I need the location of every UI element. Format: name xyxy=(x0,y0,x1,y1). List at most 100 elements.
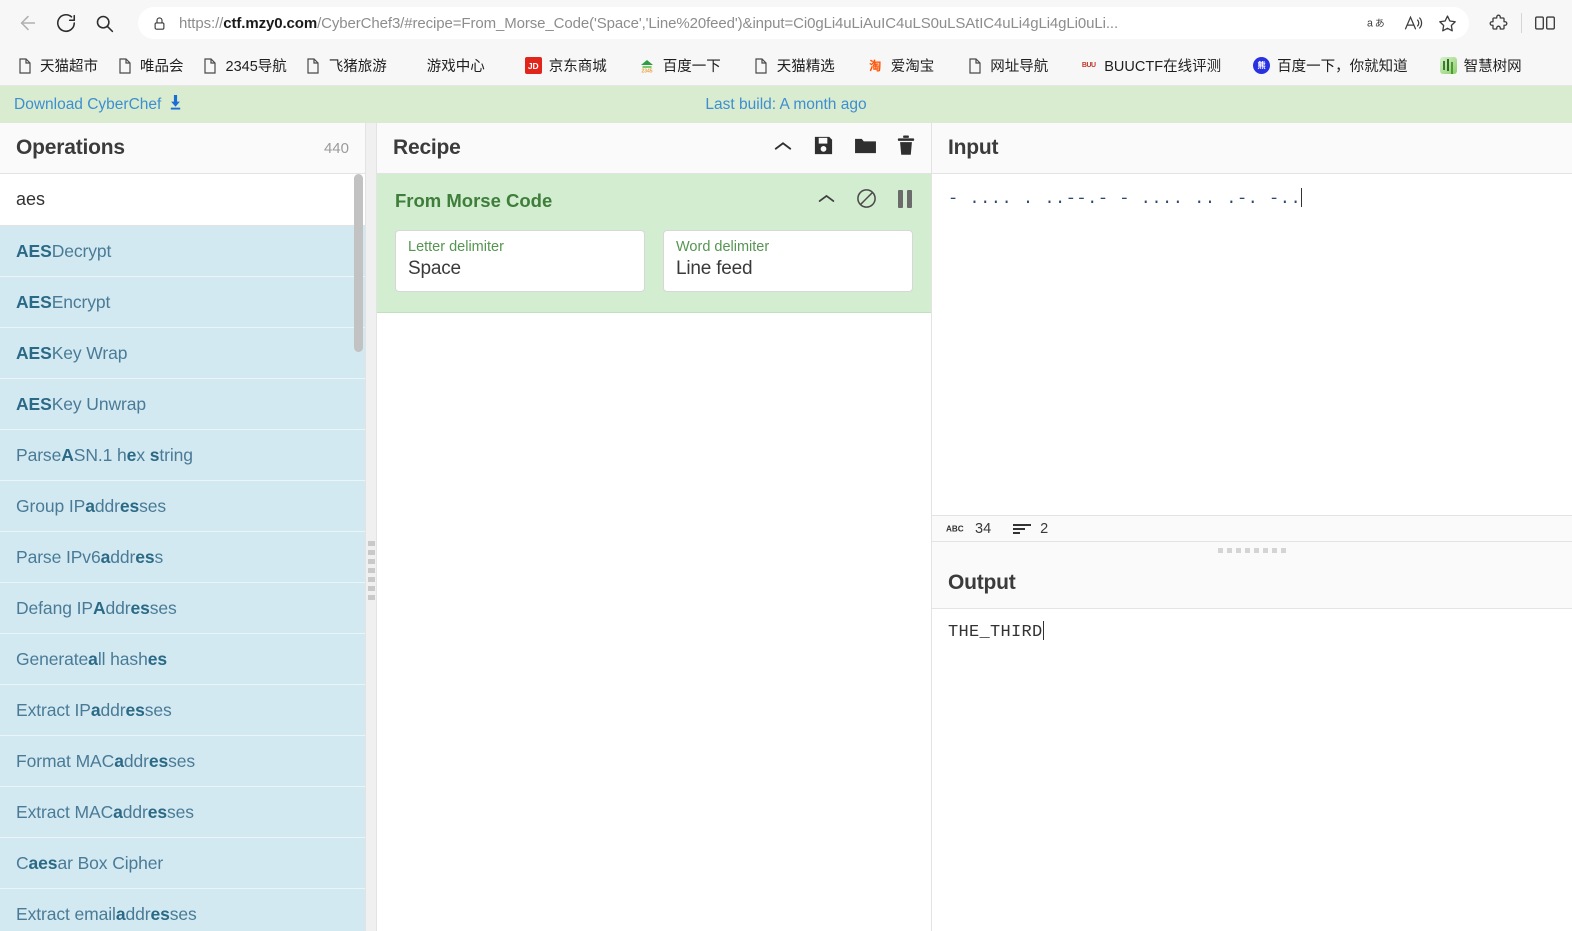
operation-list-item[interactable]: AES Decrypt xyxy=(0,226,365,277)
output-text[interactable]: THE_THIRD xyxy=(948,621,1556,642)
bookmark-item[interactable]: BUU BUUCTF在线评测 xyxy=(1072,51,1229,80)
output-header: Output xyxy=(932,558,1572,609)
operation-list-item[interactable]: Defang IP Addresses xyxy=(0,583,365,634)
bookmark-item[interactable]: 2345导航 xyxy=(194,51,295,80)
url-prefix: https:// xyxy=(179,14,224,32)
splitter-grip xyxy=(1218,547,1286,553)
chevron-up-icon[interactable] xyxy=(773,139,793,158)
url-text: https://ctf.mzy0.com/CyberChef3/#recipe=… xyxy=(179,15,1363,32)
download-cyberchef-link[interactable]: Download CyberChef xyxy=(14,94,183,116)
op-post: ll hashes xyxy=(97,648,167,669)
output-textarea-wrap[interactable]: THE_THIRD xyxy=(932,609,1572,931)
cyberchef-banner: Download CyberChef Last build: A month a… xyxy=(0,86,1572,123)
last-build-label: Last build: A month ago xyxy=(705,95,867,113)
bookmark-item[interactable]: 天猫精选 xyxy=(745,51,843,80)
op-match: a xyxy=(88,648,98,669)
input-length-value: 34 xyxy=(975,520,992,537)
translate-icon[interactable]: aあ xyxy=(1363,9,1395,37)
op-post: ddresses xyxy=(105,597,177,618)
bookmark-item[interactable]: 智慧树网 xyxy=(1432,51,1530,80)
page-doc-icon xyxy=(305,57,322,74)
recipe-operation-card[interactable]: From Morse Code Letter delimiter Space W… xyxy=(377,174,931,313)
operation-list-item[interactable]: Group IP a ddresses xyxy=(0,481,365,532)
op-post: ddresses xyxy=(123,750,196,771)
operations-list: AES Decrypt AES Encrypt AES Key Wrap AES… xyxy=(0,226,365,931)
svg-text:ABC: ABC xyxy=(946,525,964,534)
folder-icon[interactable] xyxy=(854,136,877,160)
operation-list-item[interactable]: Extract email a ddresses xyxy=(0,889,365,931)
url-host: ctf.mzy0.com xyxy=(223,14,318,32)
operation-list-item[interactable]: Caes ar Box Cipher xyxy=(0,838,365,889)
recipe-operation-header: From Morse Code xyxy=(395,188,913,214)
split-screen-icon[interactable] xyxy=(1528,7,1562,39)
op-match: a xyxy=(115,903,126,924)
operation-list-item[interactable]: Extract MAC a ddresses xyxy=(0,787,365,838)
page-doc-icon xyxy=(966,57,983,74)
chevron-up-icon[interactable] xyxy=(817,192,836,210)
op-post: ddresses xyxy=(122,801,194,822)
recipe-title: Recipe xyxy=(393,136,461,159)
recipe-operation-name: From Morse Code xyxy=(395,190,553,211)
bookmark-item[interactable]: JD 京东商城 xyxy=(517,51,615,80)
download-icon xyxy=(168,94,183,116)
op-post: ddresses xyxy=(125,903,197,924)
output-value: THE_THIRD xyxy=(948,623,1043,642)
operation-list-item[interactable]: AES Key Wrap xyxy=(0,328,365,379)
operations-search-wrap[interactable] xyxy=(0,174,365,226)
bookmark-item[interactable]: 天猫超市 xyxy=(8,51,106,80)
search-icon[interactable] xyxy=(86,6,122,40)
op-post: ar Box Cipher xyxy=(57,852,164,873)
read-aloud-icon[interactable] xyxy=(1397,9,1429,37)
bookmark-item[interactable]: 网址导航 xyxy=(958,51,1056,80)
bookmarks-bar: 天猫超市 唯品会 2345导航 飞猪旅游 游戏中心 JD 京东商城 2345 百度一… xyxy=(0,46,1572,86)
nav2345-icon: 2345 xyxy=(639,57,656,74)
operation-list-item[interactable]: Extract IP a ddresses xyxy=(0,685,365,736)
bookmark-item[interactable]: 游戏中心 xyxy=(419,51,493,80)
bookmark-item[interactable]: 淘爱淘宝 xyxy=(859,51,943,80)
input-lines-value: 2 xyxy=(1040,520,1049,537)
operations-recipe-splitter[interactable] xyxy=(366,123,377,931)
svg-text:あ: あ xyxy=(1375,18,1385,30)
address-bar[interactable]: https://ctf.mzy0.com/CyberChef3/#recipe=… xyxy=(138,7,1469,39)
bookmark-label: 网址导航 xyxy=(990,59,1049,75)
word-delimiter-field[interactable]: Word delimiter Line feed xyxy=(663,230,913,292)
recipe-operations-list: From Morse Code Letter delimiter Space W… xyxy=(377,174,931,931)
operation-list-item[interactable]: AES Key Unwrap xyxy=(0,379,365,430)
bookmark-item[interactable]: 唯品会 xyxy=(108,51,192,80)
operation-list-item[interactable]: Generate a ll hashes xyxy=(0,634,365,685)
extensions-icon[interactable] xyxy=(1481,7,1515,39)
browser-toolbar-right xyxy=(1481,7,1562,39)
bookmark-label: 天猫精选 xyxy=(776,59,835,75)
operation-list-item[interactable]: Parse A SN.1 hex string xyxy=(0,430,365,481)
input-text[interactable]: - .... . ..--.- - .... .. .-. -.. xyxy=(948,186,1556,213)
toolbar-divider xyxy=(1521,13,1522,33)
op-post: Key Unwrap xyxy=(51,393,147,414)
bookmark-item[interactable]: 熊百度一下，你就知道 xyxy=(1245,51,1416,80)
trash-icon[interactable] xyxy=(897,135,915,161)
breakpoint-pause-icon[interactable] xyxy=(897,189,913,214)
input-textarea-wrap[interactable]: - .... . ..--.- - .... .. .-. -.. xyxy=(932,174,1572,515)
page-doc-icon xyxy=(16,57,33,74)
bookmark-item[interactable]: 2345 百度一下 xyxy=(631,51,729,80)
letter-delimiter-field[interactable]: Letter delimiter Space xyxy=(395,230,645,292)
input-section: Input - .... . ..--.- - .... .. .-. -.. … xyxy=(932,123,1572,542)
operations-scrollbar[interactable] xyxy=(354,174,363,352)
save-icon[interactable] xyxy=(813,135,834,161)
reload-icon[interactable] xyxy=(48,6,84,40)
operation-list-item[interactable]: Parse IPv6 a ddress xyxy=(0,532,365,583)
operation-list-item[interactable]: AES Encrypt xyxy=(0,277,365,328)
recipe-panel: Recipe From Morse Code Letter delimiter … xyxy=(377,123,932,931)
zhihuishu-icon xyxy=(1439,57,1457,74)
search-input[interactable] xyxy=(16,189,349,210)
bookmark-label: 智慧树网 xyxy=(1463,59,1522,75)
arg-label: Letter delimiter xyxy=(408,239,504,255)
favorite-star-icon[interactable] xyxy=(1431,9,1463,37)
operation-list-item[interactable]: Format MAC a ddresses xyxy=(0,736,365,787)
op-pre: Defang IP xyxy=(16,597,93,618)
back-icon[interactable] xyxy=(10,6,46,40)
text-caret xyxy=(1301,188,1303,207)
input-output-splitter[interactable] xyxy=(932,542,1572,558)
page-doc-icon xyxy=(202,57,219,74)
disable-operation-icon[interactable] xyxy=(856,188,877,214)
bookmark-item[interactable]: 飞猪旅游 xyxy=(297,51,395,80)
